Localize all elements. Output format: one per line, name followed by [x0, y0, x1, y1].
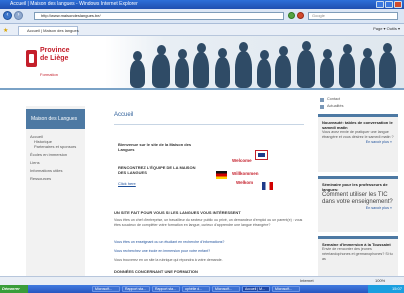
uk-flag-icon [255, 150, 268, 160]
word-willkommen: Willkommen [232, 171, 259, 176]
window-title: Accueil | Maison des langues - Windows I… [10, 1, 138, 7]
teacher-link[interactable]: Vous êtes un enseignant ou un étudiant e… [114, 240, 304, 245]
system-tray-clock: 15:07 [368, 285, 404, 293]
contact-icon [320, 98, 324, 102]
go-icon[interactable] [288, 12, 295, 19]
taskbar-button-active[interactable]: Accueil | M... [242, 286, 270, 292]
main-content: Accueil Bienvenue sur le site de la Mais… [108, 106, 313, 276]
favorites-star-icon[interactable]: ★ [3, 27, 8, 34]
click-here-link[interactable]: Click here [118, 181, 136, 186]
box-text: Vous avez envie de pratiquer une langue … [322, 130, 394, 139]
back-icon[interactable]: ‹ [3, 11, 12, 20]
stop-icon[interactable] [297, 12, 304, 19]
command-bar[interactable]: Page ▾ Outils ▾ [373, 26, 400, 31]
window-title-bar: Accueil | Maison des langues - Windows I… [0, 0, 404, 9]
news-link[interactable]: Actualités [327, 104, 343, 108]
news-box-seminaire: Séminaire pour les professeurs de langue… [318, 176, 398, 232]
logo-sub: Formation [40, 72, 59, 77]
school-link[interactable]: Vous recherchez une école en immersion p… [114, 249, 304, 254]
intro-paragraph: Vous êtes un chef d'entreprise, un trava… [114, 218, 303, 227]
header-people-banner [105, 36, 404, 88]
province-logo[interactable]: Province de Liège Formation [26, 47, 96, 81]
search-input[interactable]: Google [308, 12, 398, 20]
sidebar-item-informations[interactable]: Informations utiles [30, 168, 62, 173]
tab-bar: ★ Accueil | Maison des langues Page ▾ Ou… [0, 24, 404, 36]
site-header: Province de Liège Formation [0, 36, 404, 90]
minimize-button[interactable] [376, 1, 384, 8]
divider [114, 124, 304, 125]
word-welcome: Welcome [232, 158, 252, 163]
start-button[interactable]: Démarrer [0, 285, 28, 293]
word-welkom: Welkom [236, 180, 254, 185]
rencontrez-heading: RENCONTREZ L'ÉQUIPE DE LA MAISON DES LAN… [118, 165, 196, 175]
box-title: Nouveauté: tables de conversation le sam… [322, 120, 393, 130]
box-text: Comment utiliser les TIC dans votre ense… [322, 192, 393, 205]
logo-line-2: de Liège [40, 55, 69, 62]
box-text: Envie de renconter des jeunes néerlandop… [322, 247, 393, 261]
sidebar: Maison des Langues Accueil Historique Pa… [26, 106, 85, 276]
right-column: Contact Actualités Nouveauté: tables de … [318, 92, 398, 277]
taskbar: Démarrer Microsoft... Rapport sta... Rap… [0, 285, 404, 293]
news-icon [320, 105, 324, 109]
close-button[interactable] [394, 1, 402, 8]
taskbar-button[interactable]: Microsoft... [92, 286, 120, 292]
taskbar-button[interactable]: Rapport sta... [152, 286, 180, 292]
forward-icon[interactable]: › [14, 11, 23, 20]
language-flags-graphic: Welcome Willkommen Welkom [216, 150, 286, 196]
zoom-level[interactable]: 100% [375, 277, 385, 285]
status-zone: Internet [300, 278, 314, 283]
sidebar-item-ecoles[interactable]: Écoles en immersion [30, 152, 67, 157]
logo-line-1: Province [40, 47, 70, 54]
read-more-link[interactable]: En savoir plus » [322, 140, 395, 144]
welcome-text: Bienvenue sur le site de la Maison des L… [118, 142, 192, 152]
taskbar-button[interactable]: Microsoft... [272, 286, 300, 292]
german-flag-icon [216, 171, 227, 179]
tab-accueil[interactable]: Accueil | Maison des langues [18, 26, 79, 35]
province-logo-icon [26, 50, 37, 67]
french-flag-icon [262, 182, 273, 190]
sidebar-item-liens[interactable]: Liens [30, 160, 40, 165]
news-box-conversation: Nouveauté: tables de conversation le sam… [318, 114, 398, 172]
site-intro-heading: UN SITE FAIT POUR VOUS SI LES LANGUES VO… [114, 210, 241, 215]
maximize-button[interactable] [385, 1, 393, 8]
news-box-immersion: Semaine d'immersion à la Toussaint Envie… [318, 236, 398, 277]
page-title: Accueil [114, 112, 134, 118]
taskbar-button[interactable]: Microsoft... [212, 286, 240, 292]
read-more-link[interactable]: En savoir plus » [322, 206, 395, 210]
box-title: Séminaire pour les professeurs de langue… [322, 182, 388, 192]
rubrique-text: Vous trouverez en un site la rubrique qu… [114, 258, 223, 262]
taskbar-button[interactable]: ophélie d... [182, 286, 210, 292]
navigation-bar: ‹ › http://www.maisondeslangues.be/ Goog… [0, 9, 404, 24]
sidebar-item-partenaires[interactable]: Partenaires et sponsors [34, 144, 76, 149]
contact-link[interactable]: Contact [327, 97, 340, 101]
address-bar[interactable]: http://www.maisondeslangues.be/ [34, 12, 284, 20]
formation-heading: DONNÉES CONCERNANT UNE FORMATION [114, 269, 198, 274]
sidebar-item-ressources[interactable]: Ressources [30, 176, 51, 181]
sidebar-title: Maison des Langues [26, 109, 85, 129]
taskbar-button[interactable]: Rapport sta... [122, 286, 150, 292]
